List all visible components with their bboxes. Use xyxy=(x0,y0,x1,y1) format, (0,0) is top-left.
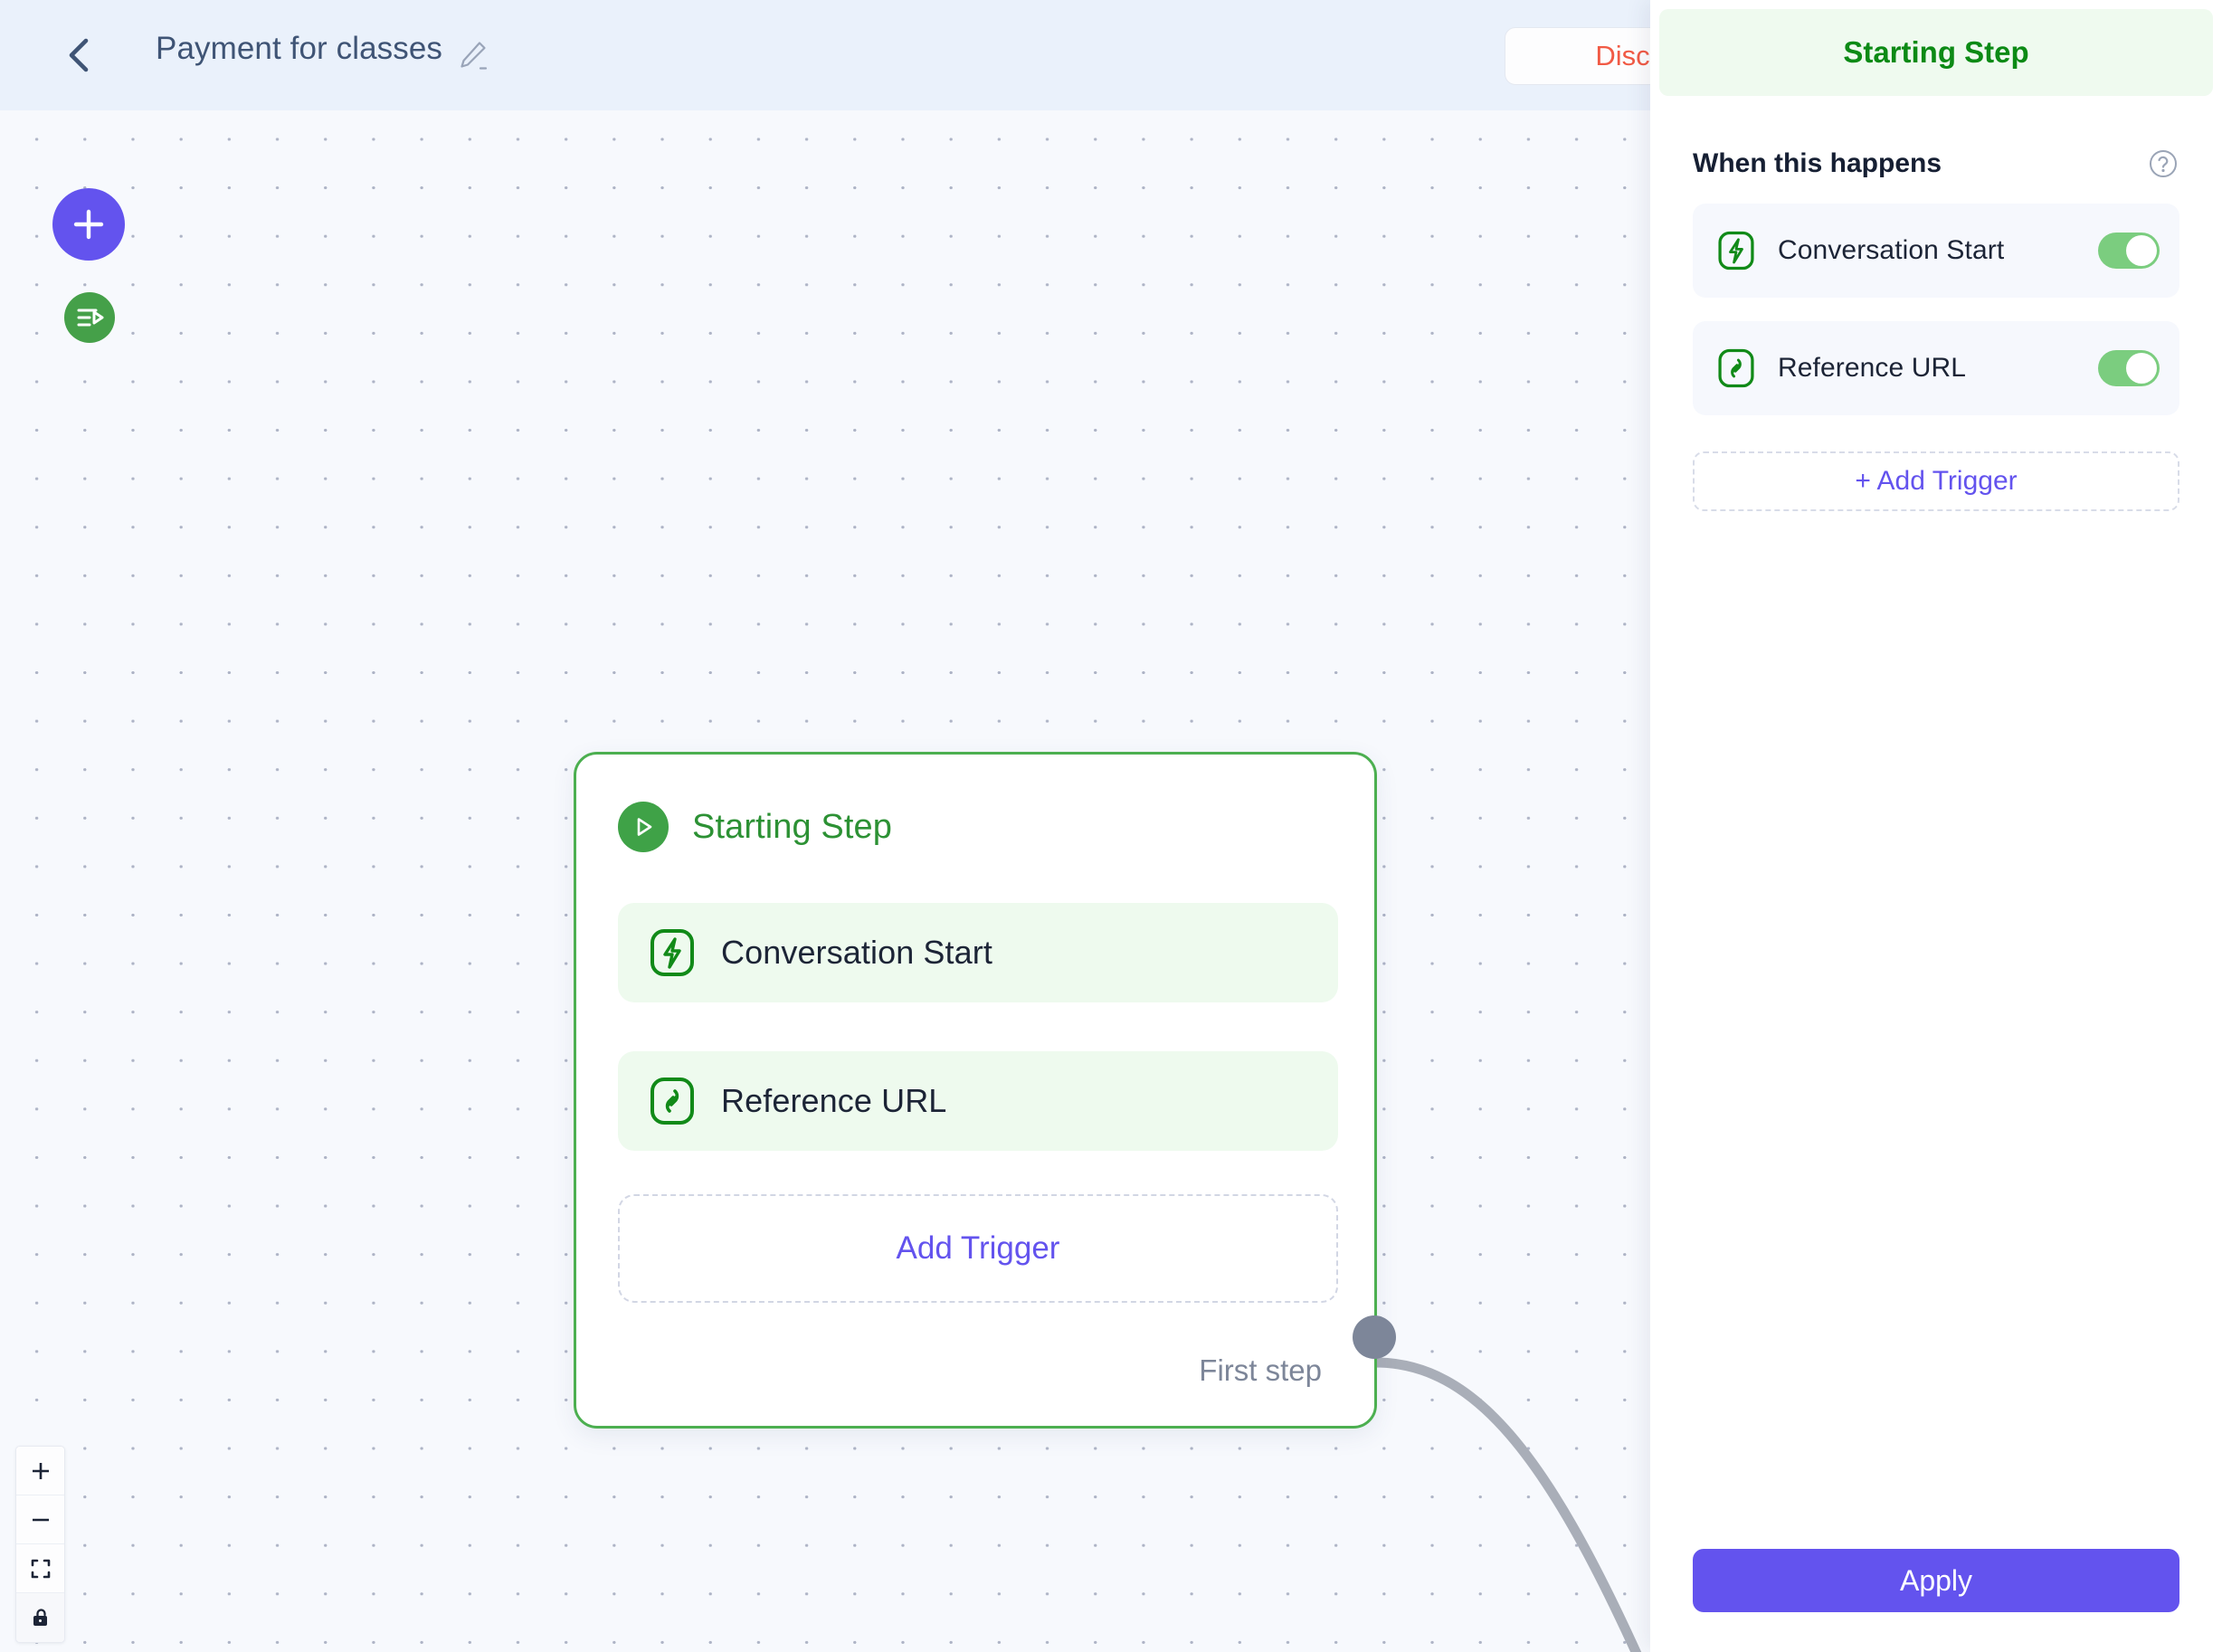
zoom-controls xyxy=(15,1446,65,1643)
link-icon xyxy=(647,1076,698,1126)
zoom-in-button[interactable] xyxy=(16,1447,64,1495)
panel-section-header: When this happens xyxy=(1693,147,2179,180)
trigger-label: Reference URL xyxy=(721,1082,947,1119)
lightning-bolt-icon xyxy=(647,927,698,978)
page-title: Payment for classes xyxy=(156,31,443,66)
starting-step-node[interactable]: Starting Step Conversation Start Referen… xyxy=(574,752,1396,1429)
zoom-out-button[interactable] xyxy=(16,1495,64,1544)
node-trigger-reference-url[interactable]: Reference URL xyxy=(618,1051,1338,1151)
node-add-trigger-button[interactable]: Add Trigger xyxy=(618,1194,1338,1303)
panel-header: Starting Step xyxy=(1659,9,2213,96)
panel-trigger-label: Conversation Start xyxy=(1778,235,2005,265)
panel-trigger-toggle[interactable] xyxy=(2098,233,2160,269)
first-step-label: First step xyxy=(1199,1353,1322,1387)
back-button[interactable] xyxy=(54,30,105,81)
test-flow-button[interactable] xyxy=(64,292,115,343)
panel-title: Starting Step xyxy=(1843,35,2029,69)
play-circle-icon xyxy=(618,802,669,852)
panel-add-trigger-button[interactable]: + Add Trigger xyxy=(1693,451,2179,511)
link-icon xyxy=(1716,348,1756,388)
run-flow-icon xyxy=(77,309,104,327)
node-header: Starting Step xyxy=(618,802,892,852)
panel-add-trigger-label: + Add Trigger xyxy=(1855,466,2018,496)
panel-trigger-reference-url[interactable]: Reference URL xyxy=(1693,321,2179,415)
flow-builder-app: Starting Step Conversation Start Referen… xyxy=(0,0,2222,1652)
node-title: Starting Step xyxy=(692,807,892,846)
trigger-label: Conversation Start xyxy=(721,934,992,971)
fit-view-button[interactable] xyxy=(16,1544,64,1593)
step-settings-panel: Starting Step When this happens Conversa… xyxy=(1650,0,2222,1652)
node-add-trigger-label: Add Trigger xyxy=(896,1230,1060,1266)
chevron-left-icon xyxy=(69,38,89,72)
apply-button-label: Apply xyxy=(1899,1563,1973,1597)
panel-trigger-label: Reference URL xyxy=(1778,353,1967,383)
unlock-icon xyxy=(33,1609,47,1626)
minus-icon xyxy=(32,1518,49,1521)
section-title: When this happens xyxy=(1693,148,1942,178)
node-trigger-conversation-start[interactable]: Conversation Start xyxy=(618,903,1338,1002)
panel-trigger-conversation-start[interactable]: Conversation Start xyxy=(1693,204,2179,298)
add-node-button[interactable] xyxy=(52,188,125,261)
lock-toggle-button[interactable] xyxy=(16,1593,64,1642)
panel-body: When this happens Conversation Start Ref… xyxy=(1650,96,2222,1549)
panel-trigger-toggle[interactable] xyxy=(2098,350,2160,386)
source-handle[interactable] xyxy=(1353,1315,1396,1359)
lightning-bolt-icon xyxy=(1716,231,1756,271)
fit-screen-icon xyxy=(31,1559,50,1578)
plus-icon xyxy=(32,1462,49,1479)
pencil-icon[interactable] xyxy=(455,38,489,72)
apply-button[interactable]: Apply xyxy=(1693,1549,2179,1612)
plus-icon xyxy=(73,209,104,240)
question-mark-icon[interactable] xyxy=(2147,147,2179,180)
